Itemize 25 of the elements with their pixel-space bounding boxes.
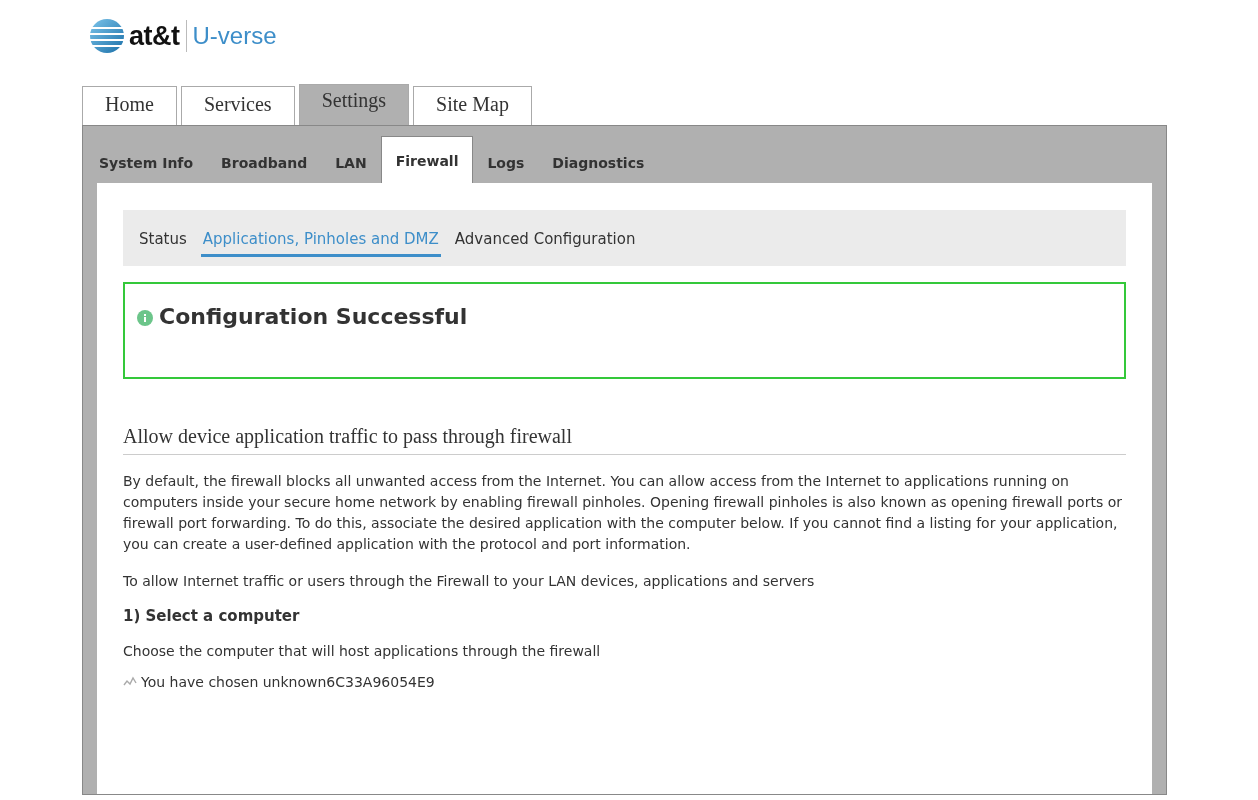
section-heading: Allow device application traffic to pass through firewall [123,425,1126,455]
step-hint: Choose the computer that will host applications through the firewall [123,642,602,661]
sub-tab[interactable]: System Info [97,155,208,183]
nav-tab[interactable]: Settings [298,84,410,125]
alert-message: Configuration Successful [159,304,468,329]
sub-tab[interactable]: Broadband [207,155,322,183]
globe-logo-icon [89,18,125,54]
network-icon [123,676,137,688]
sub-tab[interactable]: Firewall [380,136,474,183]
section-link[interactable]: Advanced Configuration [452,223,638,257]
product-name: U-verse [192,22,277,50]
nav-tab[interactable]: Site Map [413,86,532,125]
brand-name: at&t [129,20,180,52]
step-title: 1) Select a computer [123,607,301,625]
nav-tab[interactable]: Home [82,86,177,125]
note-text: To allow Internet traffic or users through the Firewall to your LAN devices, applications and servers [123,572,816,591]
section-link[interactable]: Applications, Pinholes and DMZ [200,223,441,257]
section-link[interactable]: Status [137,223,189,257]
sub-tab[interactable]: LAN [321,155,381,183]
sub-tab[interactable]: Diagnostics [538,155,659,183]
chosen-computer-text: You have chosen unknown6C33A96054E9 [141,674,435,690]
nav-tab[interactable]: Services [180,86,295,125]
sub-tab[interactable]: Logs [473,155,539,183]
info-icon [137,310,153,326]
intro-paragraph: By default, the firewall blocks all unwanted access from the Internet. You can allow access from the Internet to applications running on computers inside your secure home network by enabling firewall pinholes. Opening firewall pinholes is also known as opening firewall ports or firewall port forwarding. To do this, associate the desired application with the computer below. If you cannot find a listing for your application, you can create a user-defined application with the protocol and port information. [123,472,1123,554]
